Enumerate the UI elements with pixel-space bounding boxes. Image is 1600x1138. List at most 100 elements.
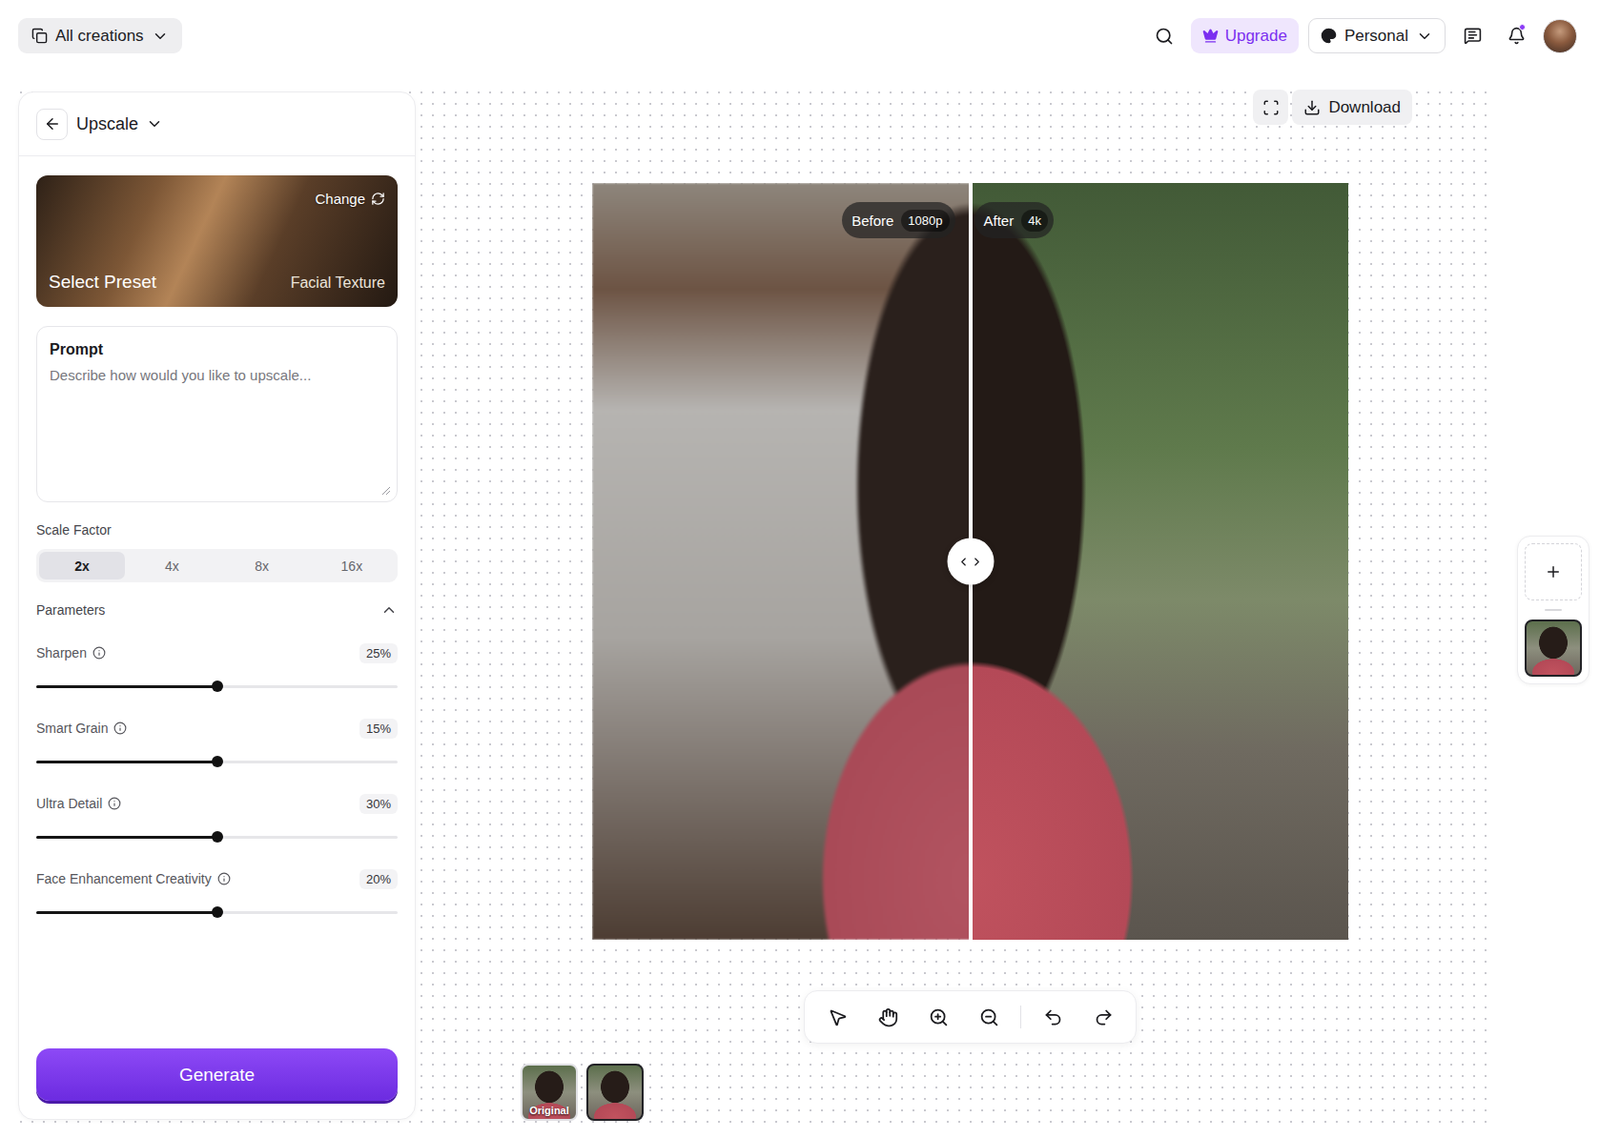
scale-option[interactable]: 2x xyxy=(39,552,125,580)
zoom-out-tool[interactable] xyxy=(969,998,1008,1037)
zoom-in-tool[interactable] xyxy=(919,998,958,1037)
tool-menu[interactable]: Upscale xyxy=(76,114,164,135)
slider-label: Sharpen xyxy=(36,645,106,661)
info-icon[interactable] xyxy=(92,646,106,660)
upgrade-button[interactable]: Upgrade xyxy=(1190,18,1299,54)
unread-dot xyxy=(1518,23,1526,31)
top-actions: UpgradePersonal xyxy=(1147,18,1578,54)
prompt-box: Prompt xyxy=(36,326,398,503)
slider-value: 25% xyxy=(359,643,398,664)
parameters-toggle[interactable]: Parameters xyxy=(36,601,398,619)
chevron-left-icon xyxy=(957,554,971,569)
hand-icon xyxy=(878,1007,899,1028)
canvas-actions: Download xyxy=(415,86,1497,125)
prompt-input[interactable] xyxy=(49,366,385,489)
before-chip: Before1080p xyxy=(841,202,955,239)
fullscreen-button[interactable] xyxy=(1252,89,1289,125)
version-thumbnail[interactable]: Original xyxy=(520,1064,578,1122)
chevron-down-icon xyxy=(1415,27,1434,45)
redo-icon xyxy=(1093,1007,1114,1028)
plus-icon xyxy=(1544,563,1562,581)
message-icon xyxy=(1463,26,1482,45)
scale-factor-label: Scale Factor xyxy=(36,521,398,539)
slider-track-area[interactable] xyxy=(36,675,398,698)
layer-thumbnail[interactable] xyxy=(1524,619,1582,677)
stage: Before1080p After4k xyxy=(415,183,1497,941)
zoom-in-icon xyxy=(928,1007,949,1028)
right-rail xyxy=(1496,82,1600,1138)
slider-track-area[interactable] xyxy=(36,901,398,924)
slider-label: Smart Grain xyxy=(36,720,127,737)
select-tool[interactable] xyxy=(818,998,857,1037)
generate-button[interactable]: Generate xyxy=(36,1048,398,1102)
back-button[interactable] xyxy=(36,108,68,141)
chevron-right-icon xyxy=(970,554,985,569)
upscale-panel: Upscale Change Select Preset Facial Texture… xyxy=(18,91,416,1121)
scale-factor-selector: 2x4x8x16x xyxy=(36,549,398,583)
crown-icon xyxy=(1202,27,1219,44)
canvas-toolbar xyxy=(803,990,1137,1045)
refresh-icon xyxy=(370,191,386,206)
chevron-up-icon xyxy=(380,601,398,619)
account-menu[interactable]: Personal xyxy=(1308,18,1446,54)
slider-fill xyxy=(36,685,218,689)
download-button[interactable]: Download xyxy=(1292,89,1413,125)
slider-thumb[interactable] xyxy=(211,680,224,693)
slider-label: Face Enhancement Creativity xyxy=(36,871,231,887)
canvas: Download Before1080p After4k Original xyxy=(415,86,1497,1129)
undo-icon xyxy=(1043,1007,1064,1028)
slider-thumb[interactable] xyxy=(211,756,224,768)
redo-button[interactable] xyxy=(1084,998,1123,1037)
slider-value: 15% xyxy=(359,718,398,739)
slider-fill xyxy=(36,836,218,840)
pan-tool[interactable] xyxy=(868,998,907,1037)
search-button[interactable] xyxy=(1147,18,1182,54)
version-thumbnail[interactable] xyxy=(586,1064,644,1122)
scale-option[interactable]: 4x xyxy=(128,552,215,580)
download-icon xyxy=(1303,99,1321,117)
info-icon[interactable] xyxy=(217,872,231,886)
info-icon[interactable] xyxy=(113,721,127,736)
layers-card xyxy=(1517,535,1590,685)
creations-menu[interactable]: All creations xyxy=(18,18,183,54)
parameter-slider: Smart Grain 15% xyxy=(36,717,398,774)
preset-value: Facial Texture xyxy=(290,274,386,292)
add-image-button[interactable] xyxy=(1524,543,1582,601)
rail-divider xyxy=(1544,609,1562,612)
palette-icon xyxy=(1320,27,1337,44)
scale-option[interactable]: 8x xyxy=(219,552,306,580)
scale-option[interactable]: 16x xyxy=(308,552,395,580)
workspace: Upscale Change Select Preset Facial Texture… xyxy=(15,86,1497,1129)
compare-handle[interactable] xyxy=(946,538,994,586)
version-history: Original xyxy=(415,1064,1497,1122)
arrow-left-icon xyxy=(43,115,62,133)
parameter-slider: Ultra Detail30% xyxy=(36,792,398,849)
parameter-slider: Face Enhancement Creativity 20% xyxy=(36,867,398,924)
change-preset-button[interactable]: Change xyxy=(314,186,386,210)
zoom-out-icon xyxy=(979,1007,1000,1028)
main-area: Upscale Change Select Preset Facial Texture… xyxy=(0,82,1600,1138)
info-icon[interactable] xyxy=(107,797,122,811)
after-chip: After4k xyxy=(974,202,1054,239)
slider-thumb[interactable] xyxy=(211,906,224,919)
before-image xyxy=(592,183,971,941)
preset-label: Select Preset xyxy=(48,272,157,292)
messages-button[interactable] xyxy=(1455,18,1490,54)
toolbar-row xyxy=(415,990,1497,1045)
before-after-compare[interactable]: Before1080p After4k xyxy=(592,183,1349,941)
notifications-button[interactable] xyxy=(1498,18,1534,54)
undo-button[interactable] xyxy=(1033,998,1072,1037)
slider-track-area[interactable] xyxy=(36,750,398,774)
user-avatar[interactable] xyxy=(1542,19,1578,54)
top-bar: All creations UpgradePersonal xyxy=(0,0,1600,83)
slider-value: 20% xyxy=(359,869,398,890)
panel-header: Upscale xyxy=(19,92,415,157)
preset-card[interactable]: Change Select Preset Facial Texture xyxy=(36,175,398,308)
slider-thumb[interactable] xyxy=(211,831,224,843)
slider-track-area[interactable] xyxy=(36,825,398,849)
resize-grip-icon[interactable] xyxy=(379,484,391,496)
prompt-label: Prompt xyxy=(49,340,385,360)
slider-fill xyxy=(36,911,218,915)
slider-fill xyxy=(36,760,218,764)
fullscreen-icon xyxy=(1262,99,1280,117)
